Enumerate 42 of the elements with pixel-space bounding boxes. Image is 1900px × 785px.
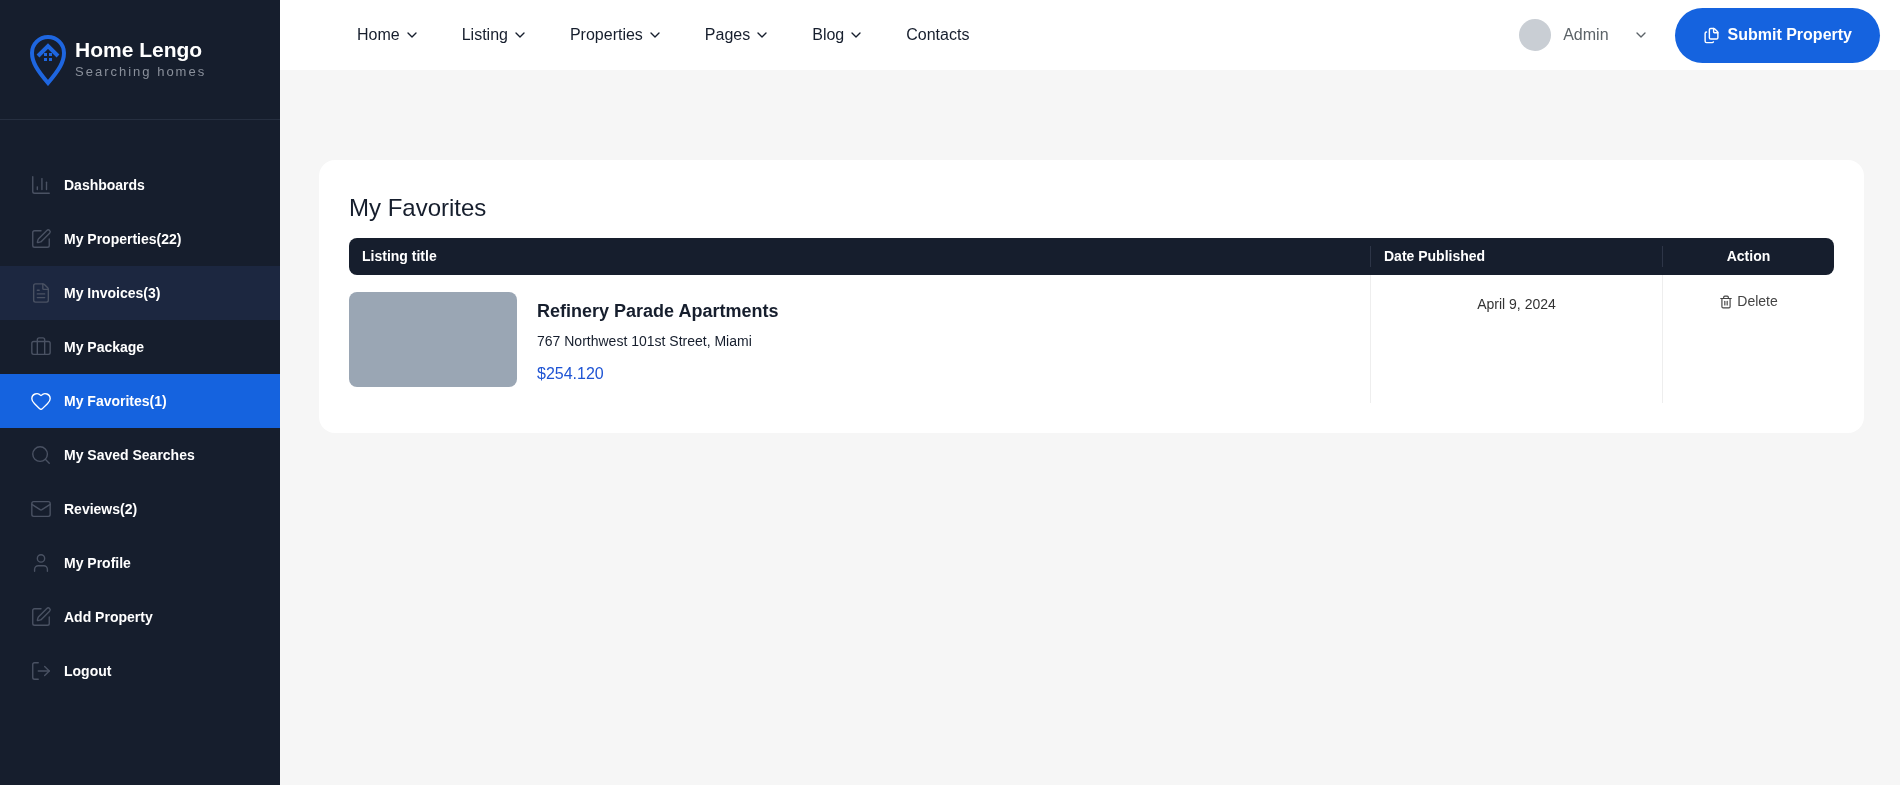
column-header: Action (1662, 246, 1834, 267)
listing-title[interactable]: Refinery Parade Apartments (537, 298, 779, 325)
briefcase-icon (30, 336, 52, 358)
sidebar-item[interactable]: My Saved Searches (0, 428, 280, 482)
edit-icon (30, 606, 52, 628)
brand-name: Home Lengo (75, 37, 204, 62)
document-icon (30, 282, 52, 304)
nav-link[interactable]: Blog (812, 23, 865, 47)
sidebar-item[interactable]: Logout (0, 644, 280, 698)
sidebar-item[interactable]: Dashboards (0, 158, 280, 212)
section-title: My Favorites (349, 193, 488, 223)
nav-link[interactable]: Pages (704, 23, 771, 47)
sidebar-item[interactable]: My Favorites(1) (0, 374, 280, 428)
column-header: Date Published (1370, 246, 1662, 267)
nav-link[interactable]: Properties (569, 23, 663, 47)
nav-link[interactable]: Home (357, 23, 420, 47)
edit-icon (30, 228, 52, 250)
copy-icon (1702, 26, 1720, 44)
submit-property-button[interactable]: Submit Property (1674, 7, 1880, 63)
sidebar-item[interactable]: My Package (0, 320, 280, 374)
sidebar-item[interactable]: Reviews(2) (0, 482, 280, 536)
avatar (1519, 19, 1552, 51)
sidebar-item[interactable]: My Invoices(3) (0, 266, 280, 320)
sidebar-item[interactable]: My Profile (0, 536, 280, 590)
user-menu[interactable]: Admin (1519, 19, 1649, 51)
nav-link[interactable]: Listing (461, 23, 528, 47)
heart-icon (30, 390, 52, 412)
logout-icon (30, 660, 52, 682)
envelope-icon (30, 498, 52, 520)
delete-button[interactable]: Delete (1719, 291, 1778, 312)
trash-icon (1719, 294, 1734, 309)
logo-icon (29, 33, 67, 86)
listing-address: 767 Northwest 101st Street, Miami (537, 332, 753, 351)
sidebar-item[interactable]: Add Property (0, 590, 280, 644)
date-published: April 9, 2024 (1477, 296, 1556, 312)
nav-link[interactable]: Contacts (906, 23, 970, 47)
search-icon (30, 444, 52, 466)
brand-tagline: Searching homes (75, 62, 207, 81)
chart-icon (30, 174, 52, 196)
listing-price: $254.120 (537, 364, 605, 384)
sidebar-item[interactable]: My Properties(22) (0, 212, 280, 266)
column-header: Listing title (361, 247, 438, 266)
